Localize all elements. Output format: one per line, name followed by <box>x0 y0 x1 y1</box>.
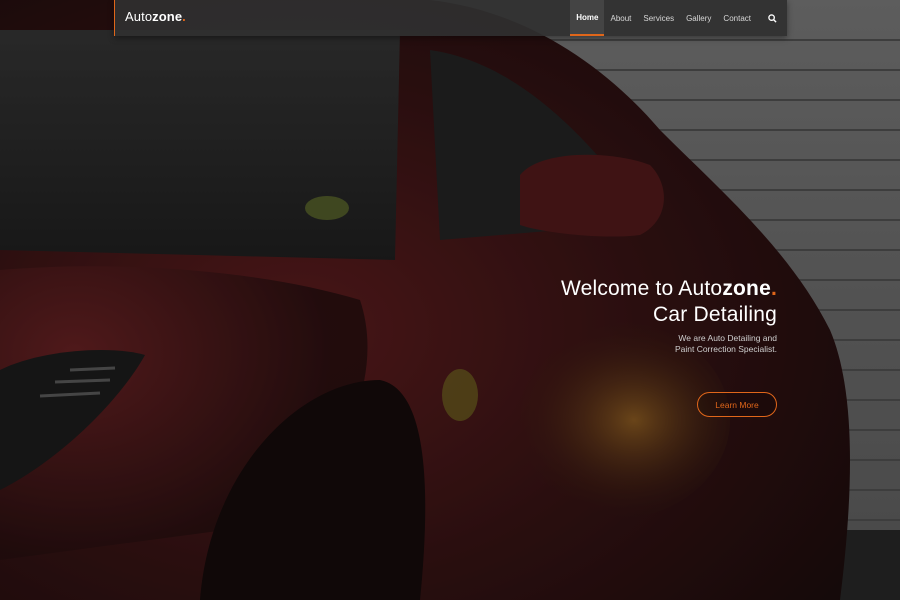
learn-more-button[interactable]: Learn More <box>697 392 777 417</box>
hero-title-dot: . <box>770 277 777 300</box>
search-icon <box>767 13 777 23</box>
search-button[interactable] <box>757 0 787 36</box>
hero-subtitle-line1: We are Auto Detailing and <box>678 333 777 343</box>
logo-dot: . <box>182 9 186 24</box>
site-logo[interactable]: Autozone. <box>125 9 186 24</box>
navbar: Autozone. Home About Services Gallery Co… <box>114 0 787 36</box>
nav-item-about[interactable]: About <box>604 0 637 36</box>
nav-item-home[interactable]: Home <box>570 0 605 36</box>
logo-text-bold: zone <box>152 9 183 24</box>
hero-title-line1: Welcome to Autozone. <box>561 276 777 302</box>
nav-item-gallery[interactable]: Gallery <box>680 0 717 36</box>
page: Autozone. Home About Services Gallery Co… <box>0 0 900 600</box>
hero-title-line2: Car Detailing <box>653 303 777 326</box>
hero-text: Welcome to Autozone. Car Detailing We ar… <box>561 276 777 355</box>
hero-subtitle: We are Auto Detailing and Paint Correcti… <box>647 333 777 355</box>
logo-text-light: Auto <box>125 9 153 24</box>
hero-title-prefix: Welcome to Auto <box>560 277 723 300</box>
hero-title-brand: zone <box>722 277 771 300</box>
hero-subtitle-line2: Paint Correction Specialist. <box>674 344 777 354</box>
nav-links: Home About Services Gallery Contact <box>570 0 787 36</box>
nav-item-services[interactable]: Services <box>637 0 680 36</box>
nav-item-contact[interactable]: Contact <box>717 0 757 36</box>
